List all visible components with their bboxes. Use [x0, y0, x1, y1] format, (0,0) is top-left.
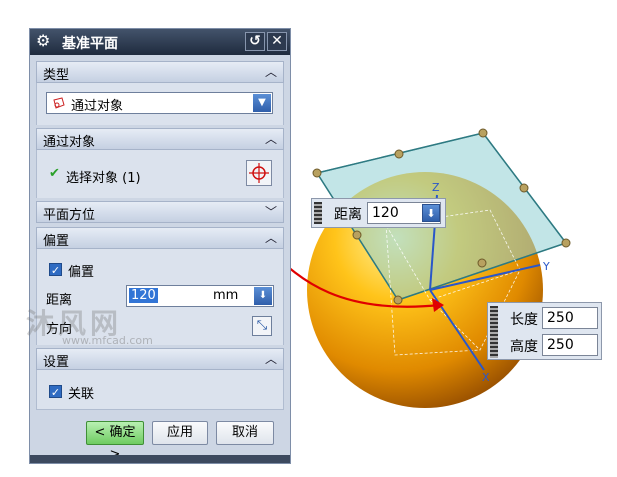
- datum-plane-dialog: ⚙ 基准平面 ↺ ✕ 类型 ︿ 通过对象 ▼ 通过对象 ︿ ✔ 选择对象 (1)…: [29, 28, 291, 464]
- length-label: 长度: [510, 312, 538, 328]
- cancel-button[interactable]: 取消: [216, 421, 274, 445]
- distance-input[interactable]: 120 mm ⬇: [126, 285, 274, 307]
- close-icon[interactable]: ✕: [267, 32, 287, 51]
- section-plane-orientation[interactable]: 平面方位 ﹀: [36, 201, 284, 223]
- section-type[interactable]: 类型 ︿: [36, 61, 284, 83]
- section-offset-label: 偏置: [43, 234, 70, 249]
- section-settings[interactable]: 设置 ︿: [36, 348, 284, 370]
- chevron-up-icon[interactable]: ︿: [263, 63, 279, 81]
- section-plane-orientation-label: 平面方位: [43, 208, 96, 223]
- axis-x-label: X: [482, 371, 490, 384]
- distance-handle-label: 距离: [334, 207, 362, 223]
- plane-type-icon: [53, 97, 65, 109]
- ok-button[interactable]: < 确定 >: [86, 421, 144, 462]
- length-input[interactable]: 250: [542, 307, 598, 329]
- section-through-object-label: 通过对象: [43, 135, 96, 150]
- height-label: 高度: [510, 339, 538, 355]
- chevron-down-icon[interactable]: ▼: [253, 94, 271, 112]
- offset-checkbox-label: 偏置: [68, 265, 95, 280]
- unit-dropdown-icon[interactable]: ⬇: [254, 287, 272, 305]
- section-type-label: 类型: [43, 68, 70, 83]
- associative-checkbox[interactable]: ✓: [49, 385, 62, 399]
- type-select-value: 通过对象: [71, 99, 124, 114]
- section-settings-label: 设置: [43, 355, 70, 370]
- chevron-up-icon[interactable]: ︿: [263, 229, 279, 247]
- reverse-direction-icon[interactable]: ⤡: [252, 316, 272, 336]
- reset-icon[interactable]: ↺: [245, 32, 265, 51]
- axis-z-label: Z: [432, 181, 440, 194]
- select-object-button[interactable]: [246, 160, 272, 186]
- type-select[interactable]: 通过对象 ▼: [46, 92, 273, 114]
- gear-icon[interactable]: ⚙: [36, 32, 52, 50]
- dialog-footer: [30, 455, 290, 463]
- height-input[interactable]: 250: [542, 334, 598, 356]
- distance-unit: mm: [213, 288, 239, 303]
- chevron-up-icon[interactable]: ︿: [263, 350, 279, 368]
- drag-grip[interactable]: [314, 202, 322, 224]
- watermark-url: www.mfcad.com: [62, 334, 153, 347]
- section-offset[interactable]: 偏置 ︿: [36, 227, 284, 249]
- check-mark-icon: ✔: [49, 166, 60, 181]
- chevron-down-icon[interactable]: ﹀: [263, 203, 279, 221]
- dialog-title: 基准平面: [62, 36, 118, 52]
- associative-label: 关联: [68, 387, 95, 402]
- distance-input-value[interactable]: 120: [129, 288, 158, 303]
- drag-grip[interactable]: [490, 306, 498, 358]
- size-handle[interactable]: 长度 250 高度 250: [487, 302, 602, 360]
- offset-checkbox[interactable]: ✓: [49, 263, 62, 277]
- apply-button[interactable]: 应用: [152, 421, 208, 445]
- distance-handle[interactable]: 距离 120 ⬇: [311, 198, 446, 228]
- dropdown-arrow-icon[interactable]: ⬇: [422, 204, 440, 222]
- dialog-titlebar[interactable]: ⚙ 基准平面 ↺ ✕: [30, 29, 290, 55]
- chevron-up-icon[interactable]: ︿: [263, 130, 279, 148]
- select-object-label[interactable]: 选择对象 (1): [66, 167, 141, 186]
- crosshair-icon: [249, 163, 269, 183]
- section-through-object[interactable]: 通过对象 ︿: [36, 128, 284, 150]
- axis-y-label: Y: [542, 260, 550, 273]
